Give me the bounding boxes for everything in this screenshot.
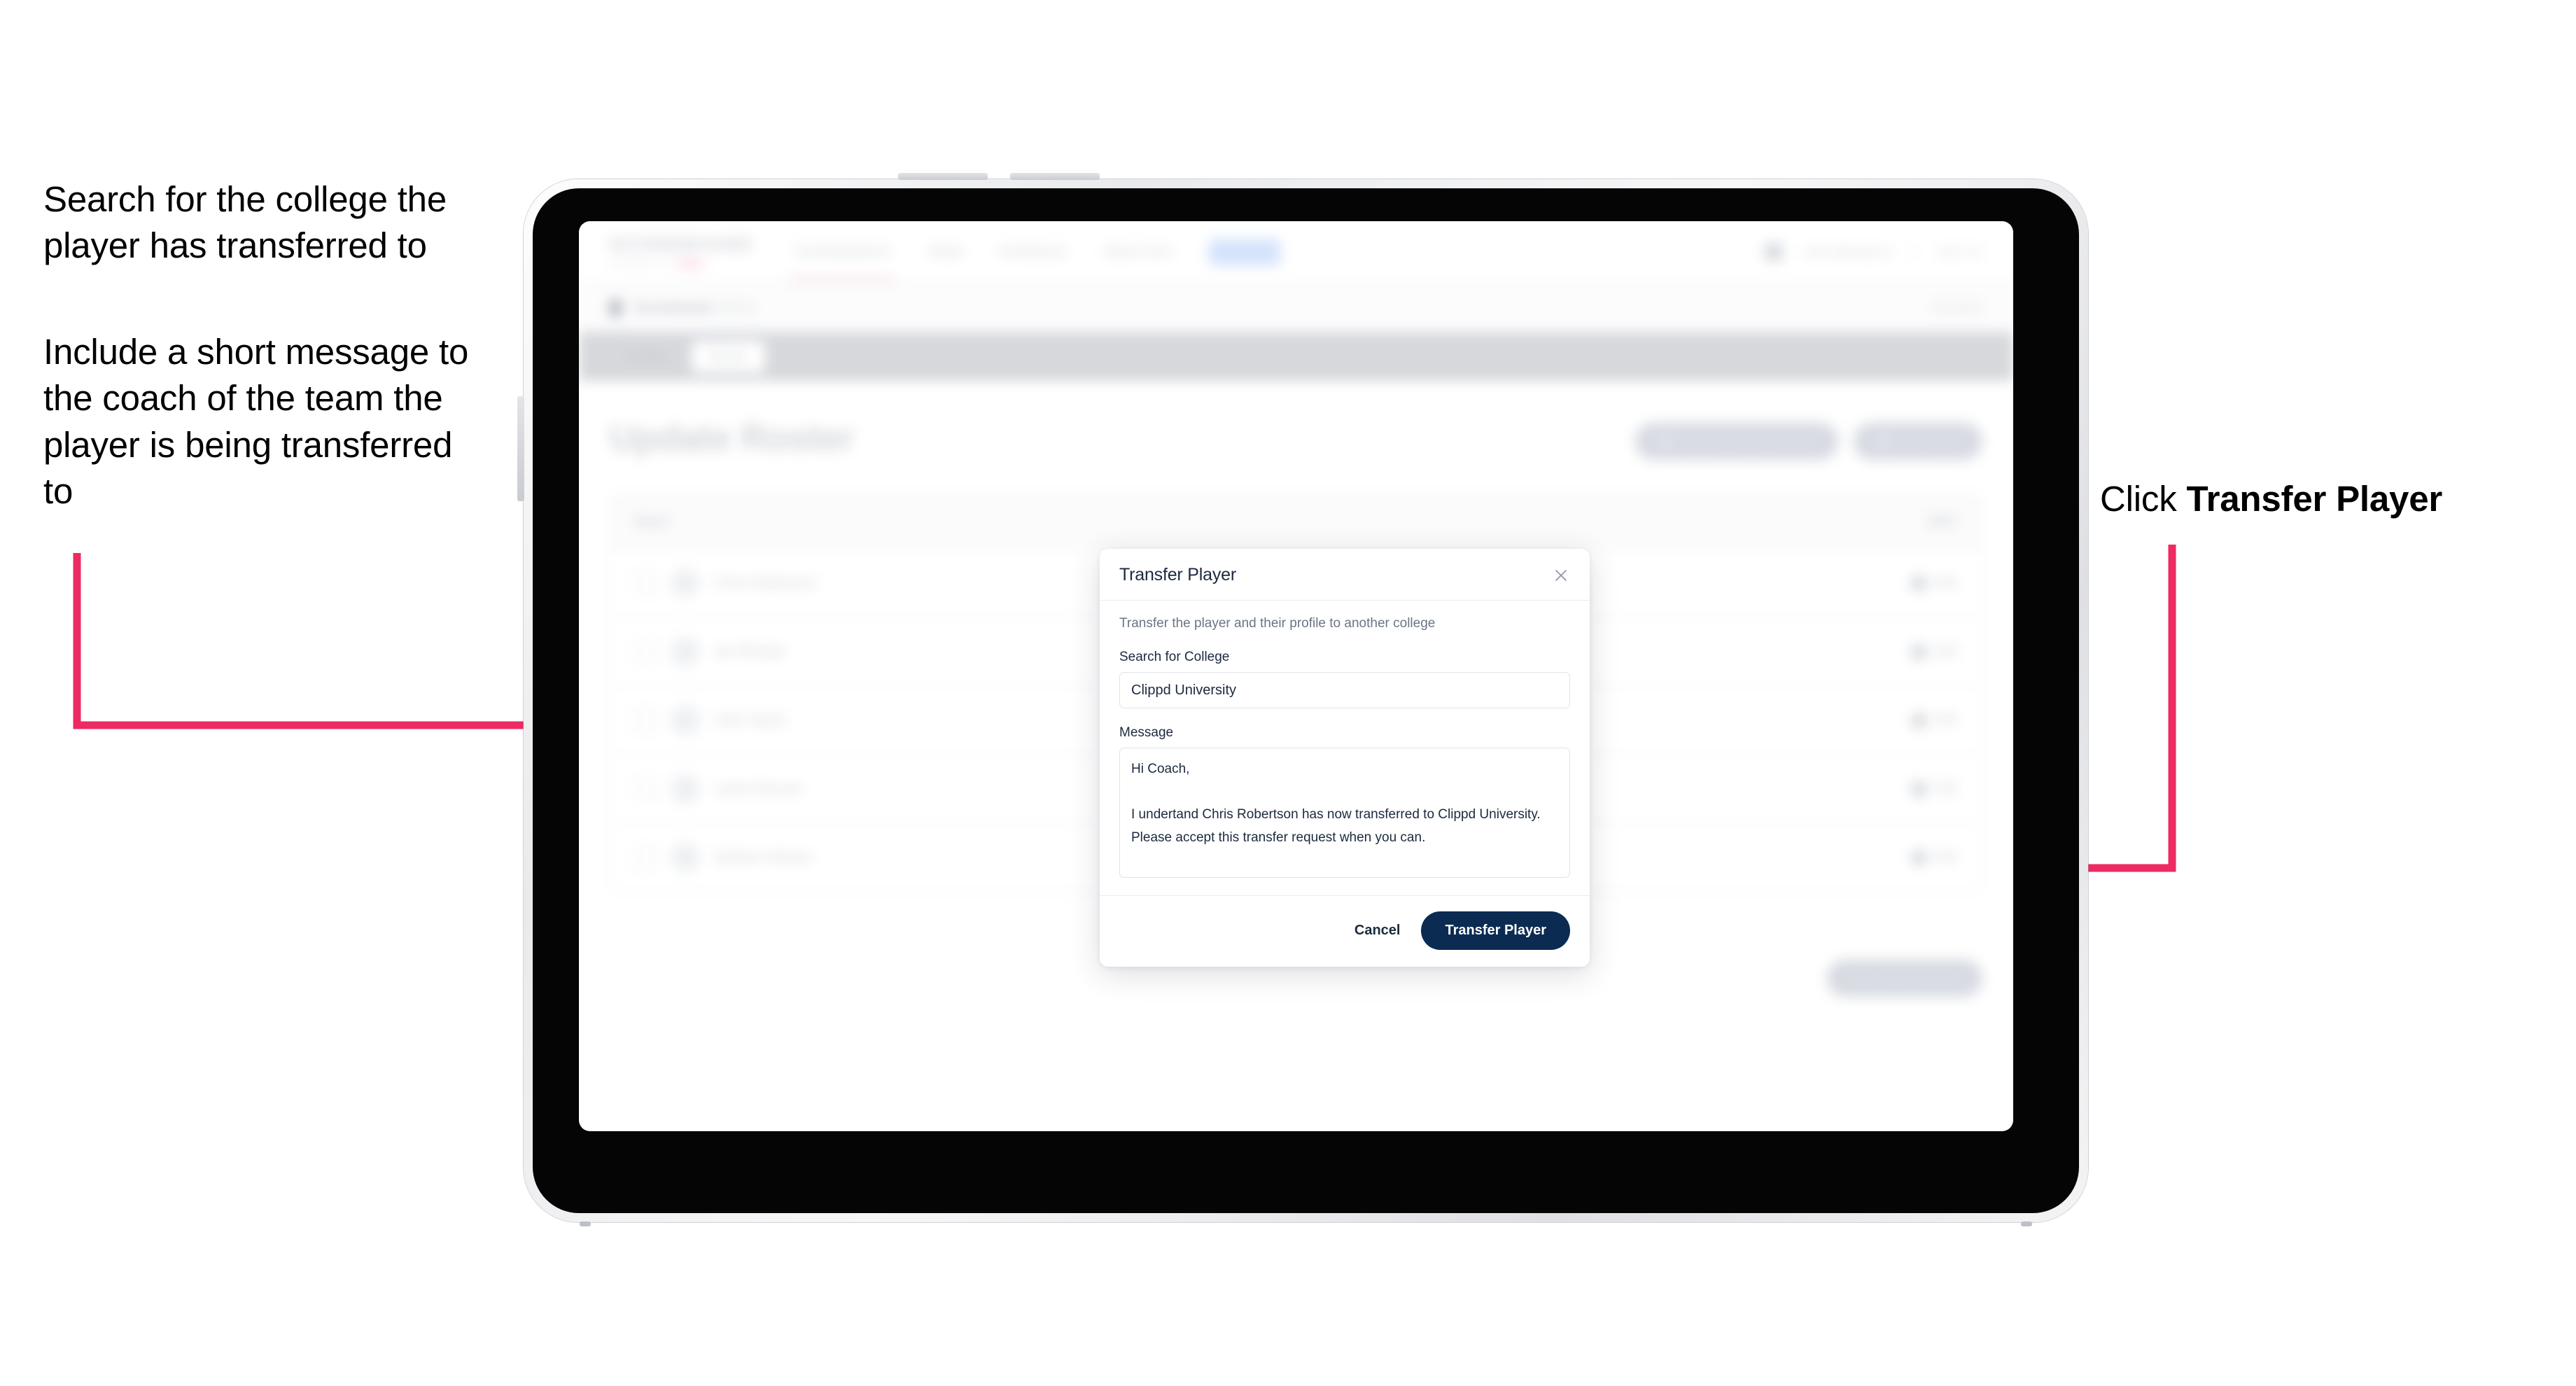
close-icon[interactable] — [1552, 566, 1570, 584]
dialog-header: Transfer Player — [1100, 549, 1590, 601]
device-foot-right — [2021, 1222, 2032, 1226]
annotation-click-strong: Transfer Player — [2186, 479, 2443, 519]
transfer-player-button[interactable]: Transfer Player — [1421, 911, 1570, 950]
tablet-device-frame: SCOREBOARD POWERED BY clippd TOURNAMENTS… — [517, 173, 2088, 1226]
search-college-input[interactable] — [1119, 672, 1570, 708]
dialog-subtitle: Transfer the player and their profile to… — [1119, 616, 1436, 631]
dialog-title: Transfer Player — [1119, 565, 1236, 584]
annotation-click-transfer-player: Click Transfer Player — [2100, 476, 2534, 522]
message-textarea[interactable] — [1119, 748, 1570, 878]
power-button[interactable] — [517, 396, 524, 501]
message-label: Message — [1119, 725, 1174, 740]
cancel-button[interactable]: Cancel — [1352, 917, 1404, 944]
tablet-screen: SCOREBOARD POWERED BY clippd TOURNAMENTS… — [579, 221, 2013, 1131]
annotation-click-prefix: Click — [2100, 479, 2187, 519]
transfer-player-dialog: Transfer Player Transfer the player and … — [1100, 549, 1590, 967]
dialog-footer: Cancel Transfer Player — [1100, 895, 1590, 967]
annotation-include-message: Include a short message to the coach of … — [43, 332, 469, 511]
dialog-body: Transfer the player and their profile to… — [1100, 601, 1590, 895]
device-foot-left — [580, 1222, 591, 1226]
annotation-search-college: Search for the college the player has tr… — [43, 179, 447, 266]
search-college-label: Search for College — [1119, 650, 1230, 664]
volume-down-button[interactable] — [1010, 173, 1100, 180]
volume-up-button[interactable] — [898, 173, 988, 180]
